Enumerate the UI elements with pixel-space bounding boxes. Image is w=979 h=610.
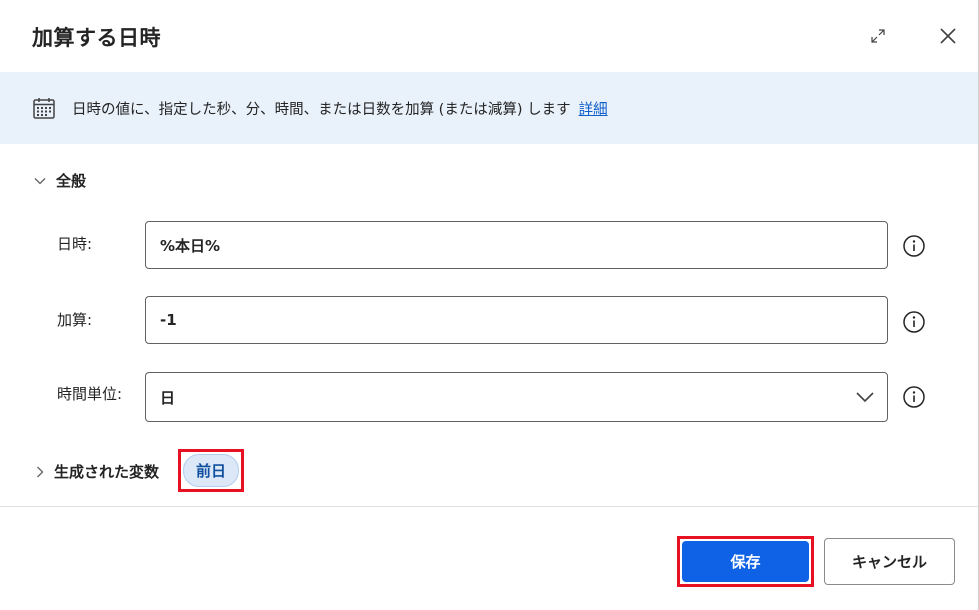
expand-button[interactable] (864, 22, 892, 50)
variable-chip[interactable]: 前日 (183, 454, 239, 487)
time-unit-value: 日 (160, 388, 176, 407)
generated-variables-section: 生成された変数 (32, 461, 159, 482)
dialog-title: 加算する日時 (32, 26, 161, 50)
datetime-label: 日時: (57, 235, 93, 253)
chevron-down-icon (32, 173, 48, 189)
add-info-button[interactable] (902, 310, 926, 334)
datetime-info-button[interactable] (902, 234, 926, 258)
chevron-right-icon[interactable] (32, 464, 48, 480)
time-unit-label: 時間単位: (57, 385, 123, 403)
save-button[interactable]: 保存 (682, 541, 809, 582)
dialog-header: 加算する日時 (0, 0, 978, 72)
close-button[interactable] (934, 22, 962, 50)
datetime-input[interactable]: %本日% (145, 221, 888, 269)
add-datetime-dialog: 加算する日時 日時の値に、指定した秒、分、時間、または日数を加算 (または減算)… (0, 0, 979, 610)
general-section-toggle[interactable]: 全般 (32, 170, 86, 191)
time-unit-info-button[interactable] (902, 385, 926, 409)
info-icon (903, 386, 925, 408)
info-icon (903, 235, 925, 257)
footer-divider (0, 506, 978, 507)
generated-variables-title[interactable]: 生成された変数 (54, 461, 159, 482)
details-link[interactable]: 詳細 (579, 98, 608, 119)
cancel-button[interactable]: キャンセル (824, 538, 955, 585)
info-banner: 日時の値に、指定した秒、分、時間、または日数を加算 (または減算) します 詳細 (0, 72, 978, 144)
time-unit-select[interactable]: 日 (145, 372, 888, 422)
general-section-title: 全般 (56, 172, 87, 190)
banner-description: 日時の値に、指定した秒、分、時間、または日数を加算 (または減算) します (72, 101, 571, 118)
close-icon (940, 28, 956, 44)
chevron-down-icon (855, 387, 875, 407)
add-label: 加算: (57, 311, 93, 329)
info-icon (903, 311, 925, 333)
calendar-icon (32, 96, 56, 120)
add-input[interactable]: -1 (145, 296, 888, 344)
expand-icon (871, 29, 885, 43)
